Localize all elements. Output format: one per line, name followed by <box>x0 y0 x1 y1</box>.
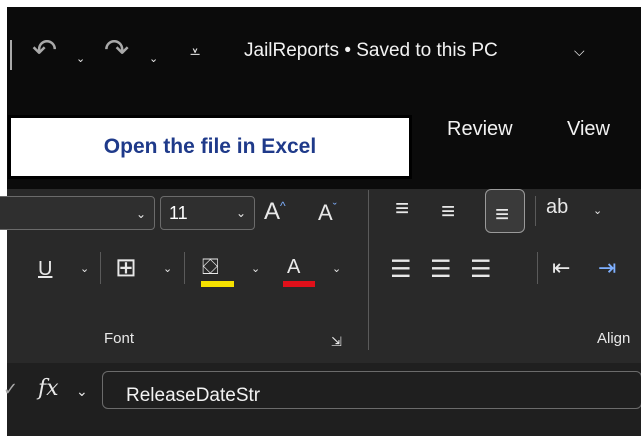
underline-icon[interactable]: U <box>38 258 52 281</box>
bottom-align-button[interactable]: ≡ <box>485 189 525 233</box>
fill-color-dropdown-icon[interactable]: ⌄ <box>251 262 260 275</box>
fill-color-icon[interactable]: ⛋ <box>202 254 219 280</box>
document-title[interactable]: JailReports • Saved to this PC <box>244 40 498 62</box>
orientation-dropdown-icon[interactable]: ⌄ <box>593 204 602 217</box>
font-color-icon[interactable]: A <box>287 256 300 279</box>
cancel-edit-icon[interactable]: ✓ <box>3 379 18 400</box>
underline-dropdown-icon[interactable]: ⌄ <box>80 262 89 275</box>
font-color-swatch <box>283 281 315 287</box>
formula-content: ReleaseDateStr <box>126 385 261 406</box>
align-left-icon[interactable]: ☰ <box>390 255 412 284</box>
borders-dropdown-icon[interactable]: ⌄ <box>163 262 172 275</box>
formula-dropdown-icon[interactable]: ⌄ <box>76 383 88 400</box>
middle-align-icon[interactable]: ≡ <box>441 198 455 226</box>
redo-dropdown-icon[interactable]: ⌄ <box>149 52 158 65</box>
orientation-icon[interactable]: ab <box>546 196 568 219</box>
increase-indent-icon[interactable]: ⇥ <box>598 255 616 281</box>
instruction-callout: Open the file in Excel <box>8 115 412 179</box>
font-color-dropdown-icon[interactable]: ⌄ <box>332 262 341 275</box>
font-name-dropdown[interactable]: ⌄ <box>0 196 155 230</box>
tab-view[interactable]: View <box>567 118 610 141</box>
font-size-dropdown[interactable]: 11 ⌄ <box>160 196 255 230</box>
redo-icon[interactable]: ↷ <box>104 36 129 66</box>
divider <box>184 252 185 284</box>
divider <box>537 252 538 284</box>
align-right-icon[interactable]: ☰ <box>470 255 492 284</box>
tab-review[interactable]: Review <box>447 118 513 141</box>
divider <box>535 196 536 226</box>
decrease-font-size-icon[interactable]: Aˇ <box>318 200 337 226</box>
fill-color-swatch <box>201 281 234 287</box>
font-group-label: Font <box>104 330 135 347</box>
top-align-icon[interactable]: ≡ <box>395 195 409 223</box>
divider <box>100 252 101 284</box>
font-dialog-launcher-icon[interactable]: ⇲ <box>331 334 342 350</box>
font-size-value: 11 <box>169 203 188 223</box>
align-center-icon[interactable]: ☰ <box>430 255 452 284</box>
group-divider <box>368 190 369 350</box>
decrease-indent-icon[interactable]: ⇤ <box>552 255 570 281</box>
undo-dropdown-icon[interactable]: ⌄ <box>76 52 85 65</box>
title-chevron-down-icon[interactable]: ⌵ <box>574 43 585 60</box>
insert-function-icon[interactable]: fx <box>38 376 59 401</box>
undo-icon[interactable]: ↶ <box>32 36 57 66</box>
bottom-align-icon: ≡ <box>495 201 510 228</box>
borders-icon[interactable]: ⊞ <box>115 252 137 283</box>
window-edge <box>10 40 12 70</box>
alignment-group-label: Align <box>597 330 631 347</box>
increase-font-size-icon[interactable]: A^ <box>264 198 286 226</box>
customize-toolbar-icon[interactable]: ⩡ <box>190 43 200 61</box>
